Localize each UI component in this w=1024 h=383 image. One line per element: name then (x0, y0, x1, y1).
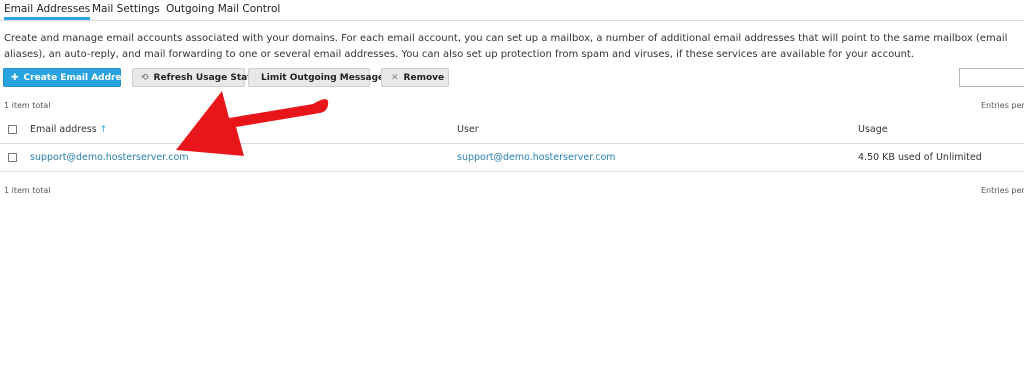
remove-label: Remove (403, 73, 445, 83)
user-link[interactable]: support@demo.hosterserver.com (457, 152, 616, 163)
close-icon: ✕ (391, 73, 399, 83)
usage-value: 4.50 KB used of Unlimited (858, 152, 982, 163)
tab-outgoing-mail-control[interactable]: Outgoing Mail Control (166, 3, 280, 15)
column-email-address[interactable]: Email address ↑ (30, 124, 107, 135)
row-checkbox[interactable] (8, 153, 17, 162)
entries-per-page-bottom[interactable]: Entries per page (981, 186, 1024, 195)
refresh-usage-stats-label: Refresh Usage Stats (153, 73, 257, 83)
page-description: Create and manage email accounts associa… (4, 33, 1008, 60)
refresh-icon: ⟲ (141, 73, 149, 83)
table-row: support@demo.hosterserver.com support@de… (0, 144, 1024, 172)
column-user[interactable]: User (457, 124, 479, 135)
limit-outgoing-messages-label: Limit Outgoing Messages (261, 73, 390, 83)
plus-icon: ✚ (11, 73, 19, 83)
tab-bar: Email Addresses Mail Settings Outgoing M… (0, 0, 1024, 21)
column-usage[interactable]: Usage (858, 124, 888, 135)
table-header: Email address ↑ User Usage (0, 116, 1024, 144)
tab-email-addresses[interactable]: Email Addresses (4, 3, 91, 20)
refresh-usage-stats-button[interactable]: ⟲ Refresh Usage Stats (132, 68, 257, 87)
create-email-address-label: Create Email Address (23, 73, 133, 83)
items-total-top: 1 item total (4, 101, 51, 110)
create-email-address-button[interactable]: ✚ Create Email Address (3, 68, 132, 87)
tab-mail-settings[interactable]: Mail Settings (92, 3, 160, 15)
email-address-link[interactable]: support@demo.hosterserver.com (30, 152, 189, 163)
limit-outgoing-messages-button[interactable]: Limit Outgoing Messages (248, 68, 390, 87)
sort-ascending-icon: ↑ (99, 125, 108, 135)
items-total-bottom: 1 item total (4, 186, 51, 195)
entries-per-page-top[interactable]: Entries per page (981, 101, 1024, 110)
remove-button[interactable]: ✕ Remove (381, 68, 449, 87)
column-email-address-label: Email address (30, 124, 97, 135)
search-input[interactable] (959, 68, 1024, 87)
select-all-checkbox[interactable] (8, 125, 17, 134)
